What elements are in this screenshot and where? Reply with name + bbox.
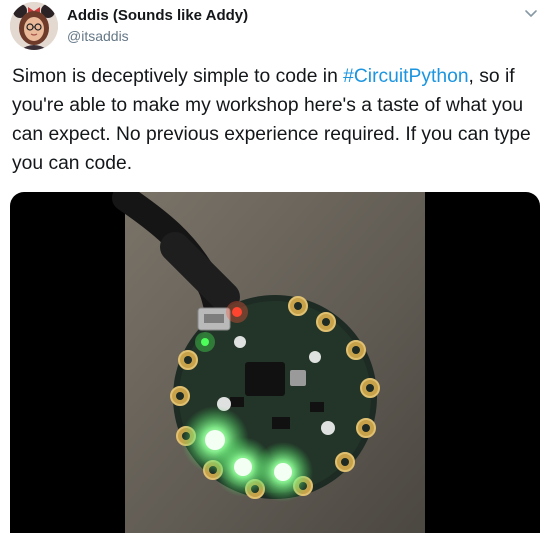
video-frame <box>112 192 425 533</box>
author-display-name[interactable]: Addis (Sounds like Addy) <box>67 7 248 25</box>
author-handle[interactable]: @itsaddis <box>67 27 248 45</box>
tweet-video[interactable] <box>10 192 540 533</box>
avatar-image <box>10 2 58 50</box>
tweet-text-part: Simon is deceptively simple to code in <box>12 66 344 87</box>
chevron-down-icon[interactable] <box>524 9 538 19</box>
hashtag-link[interactable]: #CircuitPython <box>343 66 468 87</box>
tweet-author[interactable]: Addis (Sounds like Addy) @itsaddis <box>67 7 248 45</box>
avatar[interactable] <box>10 2 58 50</box>
tweet-text: Simon is deceptively simple to code in #… <box>12 62 544 178</box>
tweet: Addis (Sounds like Addy) @itsaddis Simon… <box>0 0 550 533</box>
